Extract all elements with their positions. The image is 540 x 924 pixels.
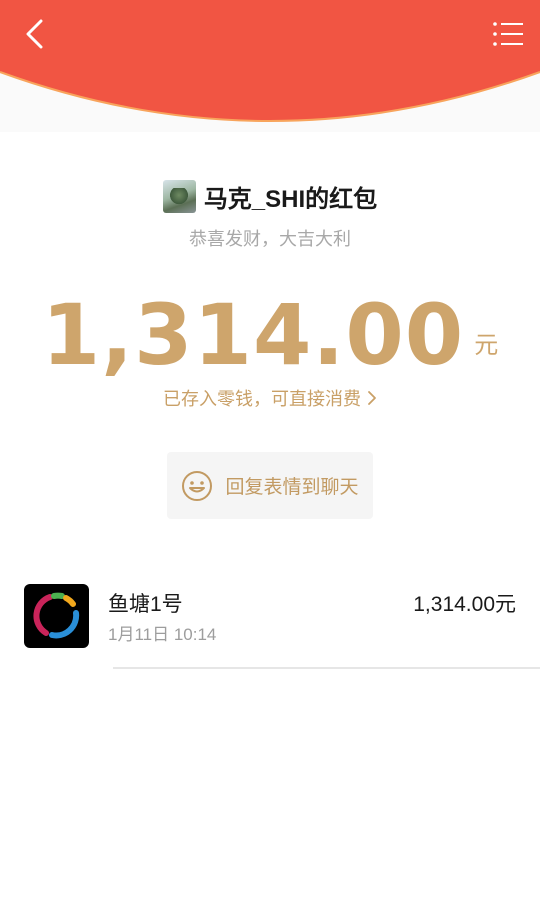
reply-sticker-button[interactable]: 回复表情到聊天	[167, 452, 373, 519]
list-item[interactable]: 鱼塘1号 1月11日 10:14 1,314.00元	[0, 572, 540, 668]
deposit-link-label: 已存入零钱，可直接消费	[163, 389, 361, 409]
red-packet-detail-page: 马克_SHI的红包 恭喜发财，大吉大利 1,314.00 元 已存入零钱，可直接…	[0, 0, 540, 924]
header	[0, 0, 540, 132]
ring-logo-icon	[32, 592, 79, 639]
chevron-left-icon	[23, 19, 45, 53]
sender-avatar[interactable]	[162, 179, 196, 213]
list-menu-icon	[492, 21, 524, 51]
receive-amount: 1,314.00元	[413, 593, 516, 616]
receive-time: 1月11日 10:14	[108, 625, 217, 644]
receiver-name: 鱼塘1号	[108, 593, 183, 616]
sender-name: 马克_SHI的红包	[203, 185, 378, 213]
more-menu-button[interactable]	[488, 16, 528, 56]
wish-text: 恭喜发财，大吉大利	[189, 229, 351, 249]
reply-sticker-label: 回复表情到聊天	[225, 477, 359, 498]
receiver-avatar[interactable]	[24, 584, 89, 648]
amount-row: 1,314.00 元	[0, 284, 540, 380]
chevron-right-icon	[367, 390, 377, 406]
smiley-icon	[181, 470, 213, 502]
divider	[113, 667, 540, 669]
back-button[interactable]	[14, 16, 54, 56]
deposit-link[interactable]: 已存入零钱，可直接消费	[0, 386, 540, 410]
sender-row: 马克_SHI的红包	[0, 176, 540, 216]
red-envelope-top	[0, 0, 540, 122]
amount-unit: 元	[474, 332, 499, 359]
amount-value: 1,314.00	[41, 286, 465, 384]
